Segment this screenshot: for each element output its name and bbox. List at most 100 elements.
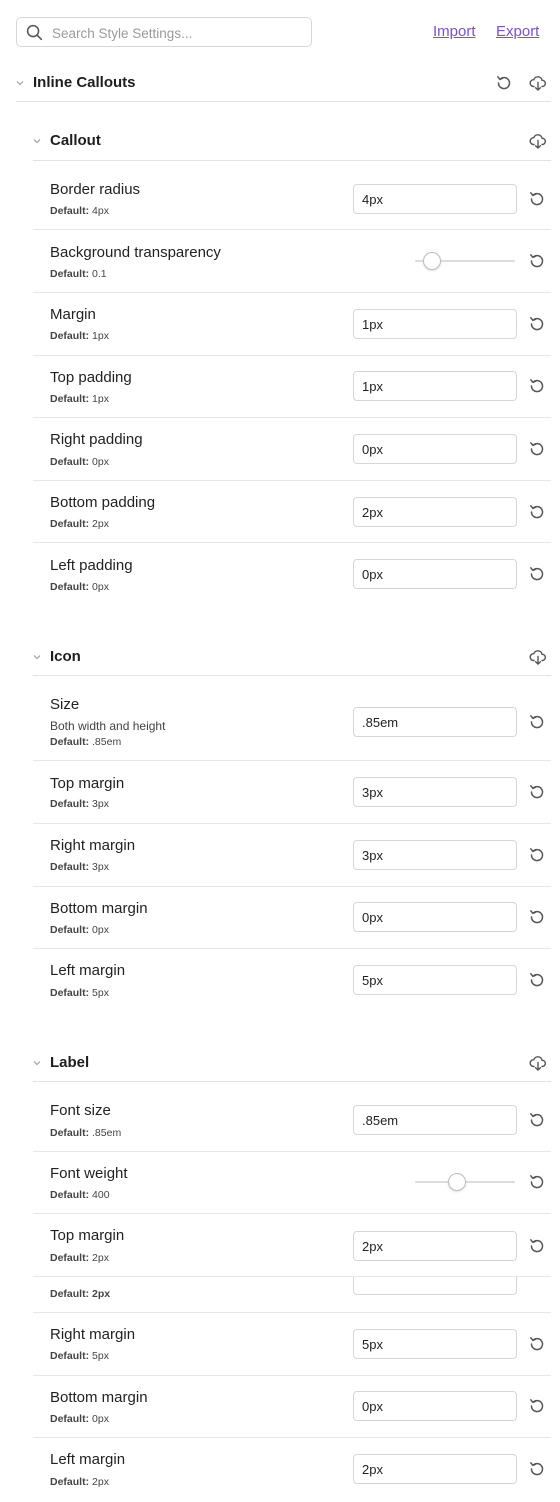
default-value: 1px	[92, 330, 109, 342]
default-prefix: Default:	[50, 393, 90, 405]
default-prefix: Default:	[50, 987, 90, 999]
section-header-icon[interactable]: Icon	[33, 638, 551, 676]
setting-default: Default: 3px	[50, 861, 109, 874]
default-value: 3px	[92, 798, 109, 810]
default-value: 2px	[92, 518, 109, 530]
setting-default: Default: 5px	[50, 987, 109, 1000]
export-icon[interactable]	[529, 1054, 547, 1072]
export-link[interactable]: Export	[496, 23, 539, 40]
value-input[interactable]	[353, 497, 517, 527]
setting-row: Font weight Default: 400	[33, 1152, 551, 1214]
setting-default: Default: 0px	[50, 456, 109, 469]
setting-row: Bottom padding Default: 2px	[33, 481, 551, 543]
value-input[interactable]	[353, 559, 517, 589]
setting-default: Default: 4px	[50, 205, 109, 218]
setting-row: Right padding Default: 0px	[33, 418, 551, 481]
reset-icon[interactable]	[528, 1173, 546, 1191]
setting-label: Right margin	[50, 1326, 136, 1343]
slider-thumb[interactable]	[423, 252, 441, 270]
reset-icon[interactable]	[528, 440, 546, 458]
reset-icon[interactable]	[528, 315, 546, 333]
default-prefix: Default:	[50, 330, 90, 342]
reset-icon[interactable]	[528, 713, 546, 731]
default-prefix: Default:	[50, 736, 90, 748]
reset-icon[interactable]	[528, 1335, 546, 1353]
value-input[interactable]	[353, 707, 517, 737]
import-link[interactable]: Import	[433, 23, 476, 40]
reset-icon[interactable]	[528, 1397, 546, 1415]
group-header-inline-callouts[interactable]: Inline Callouts	[16, 64, 551, 102]
reset-icon[interactable]	[528, 1111, 546, 1129]
setting-default: Default: .85em	[50, 736, 121, 749]
section-header-callout[interactable]: Callout	[33, 122, 551, 161]
default-prefix: Default:	[50, 924, 90, 936]
value-input[interactable]	[353, 840, 517, 870]
export-icon[interactable]	[529, 648, 547, 666]
value-input[interactable]	[353, 371, 517, 401]
setting-row: Background transparency Default: 0.1	[33, 230, 551, 293]
section-title: Icon	[50, 647, 81, 665]
export-icon[interactable]	[529, 74, 547, 92]
reset-icon[interactable]	[495, 74, 513, 92]
setting-label: Left padding	[50, 557, 133, 574]
default-value: 400	[92, 1189, 110, 1201]
reset-icon[interactable]	[528, 971, 546, 989]
default-value: 3px	[92, 861, 109, 873]
reset-icon[interactable]	[528, 377, 546, 395]
setting-default: Default: .85em	[50, 1127, 121, 1140]
setting-label: Bottom margin	[50, 900, 148, 917]
reset-icon[interactable]	[528, 503, 546, 521]
export-icon[interactable]	[529, 132, 547, 150]
slider-thumb[interactable]	[448, 1173, 466, 1191]
default-prefix: Default:	[50, 1127, 90, 1139]
transparency-slider[interactable]	[415, 252, 515, 270]
value-input[interactable]	[353, 309, 517, 339]
value-input[interactable]	[353, 965, 517, 995]
setting-row: Border radius Default: 4px	[33, 167, 551, 230]
value-input[interactable]	[353, 1231, 517, 1261]
value-input[interactable]	[353, 1105, 517, 1135]
section-header-label[interactable]: Label	[33, 1044, 551, 1082]
setting-default: Default: 1px	[50, 393, 109, 406]
setting-default: Default: 3px	[50, 798, 109, 811]
chevron-down-icon	[33, 654, 41, 659]
search-input[interactable]	[52, 23, 302, 43]
reset-icon[interactable]	[528, 1460, 546, 1478]
default-value: 0px	[92, 581, 109, 593]
setting-default: Default: 400	[50, 1189, 110, 1202]
style-settings-toolbar: Import Export	[0, 0, 560, 64]
setting-row: Top padding Default: 1px	[33, 356, 551, 418]
font-weight-slider[interactable]	[415, 1173, 515, 1191]
value-input[interactable]	[353, 1391, 517, 1421]
value-input[interactable]	[353, 902, 517, 932]
default-value: 0.1	[92, 268, 107, 280]
setting-row: Top margin Default: 3px	[33, 761, 551, 824]
setting-label: Size	[50, 696, 80, 713]
reset-icon[interactable]	[528, 565, 546, 583]
setting-label: Left margin	[50, 1451, 126, 1468]
reset-icon[interactable]	[528, 1237, 546, 1255]
value-input-edge	[353, 1277, 517, 1295]
reset-icon[interactable]	[528, 846, 546, 864]
default-prefix: Default:	[50, 861, 90, 873]
search-box[interactable]	[16, 17, 312, 47]
default-prefix: Default:	[50, 1252, 90, 1264]
reset-icon[interactable]	[528, 252, 546, 270]
default-value: 1px	[92, 393, 109, 405]
reset-icon[interactable]	[528, 908, 546, 926]
setting-label: Font weight	[50, 1165, 128, 1182]
setting-row: Left padding Default: 0px	[33, 543, 551, 606]
default-value: 5px	[92, 1350, 109, 1362]
setting-label: Left margin	[50, 962, 126, 979]
value-input[interactable]	[353, 777, 517, 807]
value-input[interactable]	[353, 1454, 517, 1484]
default-prefix: Default:	[50, 1350, 90, 1362]
value-input[interactable]	[353, 184, 517, 214]
setting-label: Top margin	[50, 775, 125, 792]
setting-label: Bottom padding	[50, 494, 156, 511]
value-input[interactable]	[353, 1329, 517, 1359]
setting-default: Default: 2px	[50, 1288, 111, 1300]
value-input[interactable]	[353, 434, 517, 464]
reset-icon[interactable]	[528, 783, 546, 801]
reset-icon[interactable]	[528, 190, 546, 208]
